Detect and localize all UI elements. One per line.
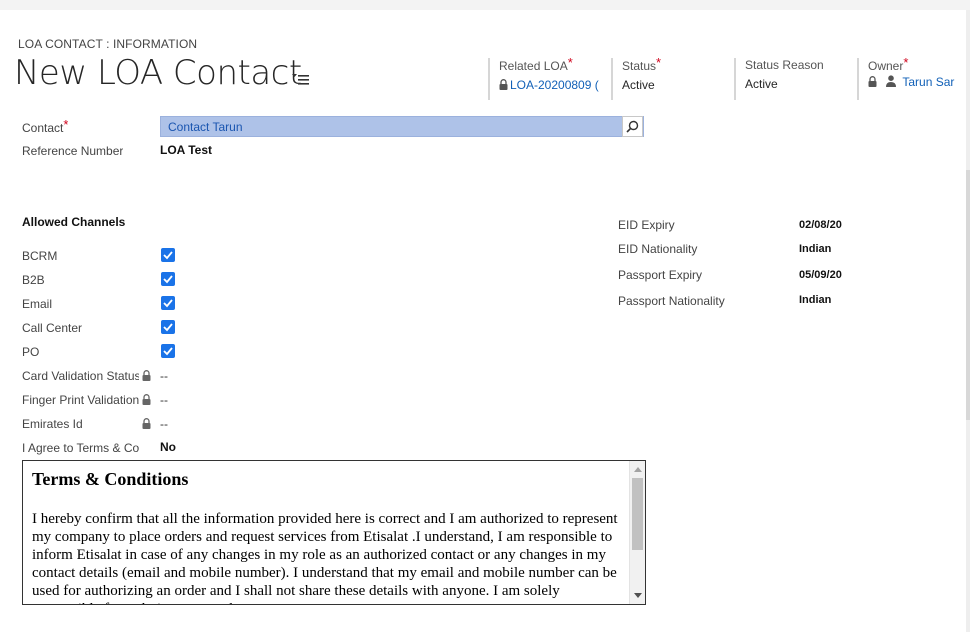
status-reason-label: Status Reason	[745, 58, 824, 72]
eid-nationality-label: EID Nationality	[618, 242, 698, 256]
required-marker: *	[567, 55, 573, 70]
terms-scrollbar-thumb[interactable]	[632, 478, 643, 550]
required-marker: *	[63, 120, 69, 132]
passport-nationality-value[interactable]: Indian	[799, 294, 831, 306]
b2b-checkbox[interactable]	[161, 272, 175, 286]
po-checkbox[interactable]	[161, 344, 175, 358]
eid-nationality-value[interactable]: Indian	[799, 243, 831, 255]
terms-heading: Terms & Conditions	[32, 469, 189, 489]
contact-lookup-value[interactable]: Contact Tarun	[168, 120, 243, 134]
owner-link[interactable]: Tarun Sar	[902, 75, 954, 89]
reference-number-label: Reference Number	[22, 144, 124, 158]
finger-print-validation-value: --	[160, 393, 168, 407]
contact-lookup-field[interactable]: Contact Tarun	[160, 116, 644, 137]
related-loa-label: Related LOA	[499, 59, 568, 73]
lock-icon	[142, 368, 151, 386]
required-marker: *	[656, 55, 662, 70]
related-loa-link[interactable]: LOA-20200809 (	[510, 78, 599, 92]
lock-icon	[499, 79, 508, 93]
allowed-channels-section-title: Allowed Channels	[22, 215, 126, 229]
status-value[interactable]: Active	[622, 78, 729, 92]
header-field-owner: Owner* Tarun Sar	[857, 55, 970, 100]
search-icon[interactable]	[622, 116, 643, 137]
channel-label-email: Email	[22, 297, 53, 311]
status-reason-value[interactable]: Active	[745, 77, 852, 91]
scroll-up-arrow-icon[interactable]	[634, 467, 642, 472]
emirates-id-label: Emirates Id	[22, 417, 83, 431]
lock-icon	[868, 76, 877, 90]
header-field-status-reason: Status Reason Active	[734, 58, 852, 100]
contact-label: Contact*	[22, 120, 68, 135]
terms-body: I hereby confirm that all the informatio…	[32, 511, 618, 604]
user-icon	[886, 75, 897, 90]
eid-expiry-value[interactable]: 02/08/20	[799, 219, 842, 231]
owner-label: Owner	[868, 59, 904, 73]
entity-label: LOA CONTACT : INFORMATION	[18, 37, 198, 51]
terms-scrollbar[interactable]	[629, 461, 645, 604]
passport-expiry-label: Passport Expiry	[618, 268, 703, 282]
form-selector-menu-icon[interactable]	[292, 72, 310, 86]
lock-icon	[142, 392, 151, 410]
header-field-related-loa: Related LOA* LOA-20200809 (	[488, 55, 606, 100]
email-checkbox[interactable]	[161, 296, 175, 310]
passport-expiry-value[interactable]: 05/09/20	[799, 269, 842, 281]
agree-terms-label: I Agree to Terms & Conditions	[22, 441, 139, 455]
scroll-down-arrow-icon[interactable]	[634, 593, 642, 598]
card-validation-status-label: Card Validation Status	[22, 369, 139, 383]
required-marker: *	[903, 55, 909, 70]
channel-label-b2b: B2B	[22, 273, 45, 287]
agree-terms-value[interactable]: No	[160, 440, 176, 454]
page-scrollbar[interactable]	[966, 10, 970, 632]
channel-label-po: PO	[22, 345, 40, 359]
top-strip	[0, 0, 970, 10]
emirates-id-value: --	[160, 417, 168, 431]
header-field-status: Status* Active	[611, 55, 729, 100]
lock-icon	[142, 416, 151, 434]
terms-and-conditions-frame[interactable]: Terms & Conditions I hereby confirm that…	[22, 460, 646, 605]
status-label: Status	[622, 59, 657, 73]
reference-number-value[interactable]: LOA Test	[160, 143, 212, 157]
page-title: New LOA Contact	[14, 53, 302, 93]
bcrm-checkbox[interactable]	[161, 248, 175, 262]
page-scrollbar-thumb[interactable]	[966, 170, 970, 420]
passport-nationality-label: Passport Nationality	[618, 294, 725, 308]
channel-label-bcrm: BCRM	[22, 249, 58, 263]
eid-expiry-label: EID Expiry	[618, 218, 675, 232]
channel-label-call-center: Call Center	[22, 321, 83, 335]
finger-print-validation-label: Finger Print Validation	[22, 393, 139, 407]
call-center-checkbox[interactable]	[161, 320, 175, 334]
card-validation-status-value: --	[160, 369, 168, 383]
